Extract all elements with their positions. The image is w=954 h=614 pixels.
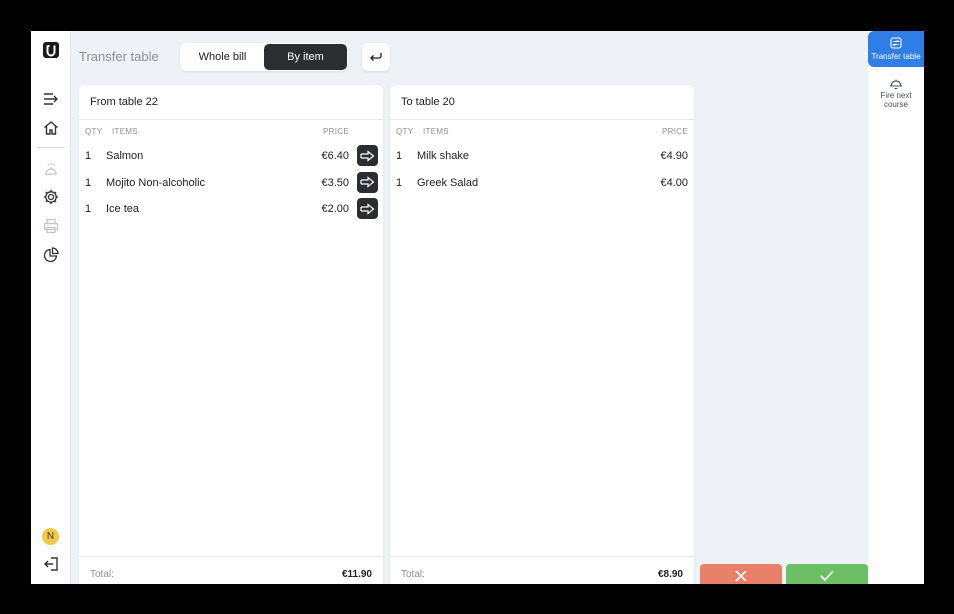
collapse-menu-icon[interactable] (41, 89, 61, 109)
confirm-button[interactable] (786, 564, 868, 584)
row-qty: 1 (85, 203, 92, 215)
device-frame: N Transfer table Whole bill By item From… (0, 0, 954, 614)
row-price: €6.40 (321, 150, 349, 162)
items-column-header: ITEMS (423, 127, 449, 136)
row-qty: 1 (85, 176, 92, 189)
from-table-title: From table 22 (79, 85, 383, 120)
check-icon (820, 570, 834, 582)
row-qty: 1 (396, 176, 403, 189)
right-action-rail: Transfer table Fire next course (868, 31, 924, 584)
whole-bill-button[interactable]: Whole bill (181, 44, 264, 70)
transfer-mode-toggle: Whole bill By item (180, 43, 348, 71)
fire-next-course-action[interactable]: Fire next course (868, 77, 924, 117)
items-column-header: ITEMS (112, 127, 138, 136)
page-title: Transfer table (79, 49, 159, 64)
logout-icon[interactable] (41, 554, 61, 574)
total-label: Total: (401, 569, 425, 580)
row-price: €3.50 (321, 176, 349, 189)
table-row[interactable]: 1 Greek Salad €4.00 (390, 169, 694, 196)
service-bell-icon (41, 159, 61, 179)
sidebar-divider (37, 147, 65, 148)
gear-icon[interactable] (41, 187, 61, 207)
from-table-footer: Total: €11.90 (79, 556, 383, 584)
app-logo[interactable] (41, 40, 61, 60)
transfer-table-label: Transfer table (871, 52, 921, 61)
cancel-button[interactable] (700, 564, 782, 584)
table-row[interactable]: 1 Mojito Non-alcoholic €3.50 (79, 169, 383, 196)
undo-icon (370, 53, 382, 61)
to-table-columns: QTY ITEMS PRICE (390, 120, 694, 142)
fire-next-course-label: Fire next course (880, 91, 912, 109)
app-screen: N Transfer table Whole bill By item From… (31, 31, 924, 584)
qty-column-header: QTY (396, 127, 414, 136)
printer-icon (41, 216, 61, 236)
arrow-right-icon (360, 176, 375, 188)
transfer-table-icon (890, 37, 902, 49)
price-column-header: PRICE (662, 127, 688, 136)
row-price: €2.00 (321, 203, 349, 215)
row-price: €4.90 (660, 150, 688, 162)
left-sidebar: N (31, 31, 71, 584)
close-icon (735, 570, 747, 582)
move-item-button[interactable] (357, 198, 378, 219)
move-item-button[interactable] (357, 145, 378, 166)
arrow-right-icon (360, 202, 375, 215)
row-item: Salmon (106, 150, 144, 162)
row-price: €4.00 (660, 176, 688, 189)
row-item: Milk shake (417, 150, 469, 162)
pie-chart-icon[interactable] (41, 245, 61, 265)
row-item: Greek Salad (417, 176, 479, 189)
to-total-value: €8.90 (657, 569, 683, 580)
table-row[interactable]: 1 Milk shake €4.90 (390, 142, 694, 169)
move-item-button[interactable] (357, 171, 378, 193)
from-total-value: €11.90 (341, 569, 372, 580)
user-avatar[interactable]: N (42, 528, 59, 545)
row-qty: 1 (85, 150, 92, 162)
table-row[interactable]: 1 Ice tea €2.00 (79, 195, 383, 222)
table-row[interactable]: 1 Salmon €6.40 (79, 142, 383, 169)
from-table-columns: QTY ITEMS PRICE (79, 120, 383, 142)
to-table-footer: Total: €8.90 (390, 556, 694, 584)
transfer-table-action[interactable]: Transfer table (868, 31, 924, 67)
from-table-panel: From table 22 QTY ITEMS PRICE 1 Salmon €… (79, 85, 383, 584)
row-qty: 1 (396, 150, 403, 162)
undo-button[interactable] (362, 43, 390, 71)
to-table-panel: To table 20 QTY ITEMS PRICE 1 Milk shake… (390, 85, 694, 584)
total-label: Total: (90, 569, 114, 580)
to-table-title: To table 20 (390, 85, 694, 120)
by-item-button[interactable]: By item (264, 44, 347, 70)
qty-column-header: QTY (85, 127, 103, 136)
cloche-icon (890, 79, 902, 89)
price-column-header: PRICE (323, 127, 349, 136)
arrow-right-icon (360, 149, 375, 162)
row-item: Ice tea (106, 203, 140, 215)
home-icon[interactable] (41, 118, 61, 138)
row-item: Mojito Non-alcoholic (106, 176, 206, 189)
